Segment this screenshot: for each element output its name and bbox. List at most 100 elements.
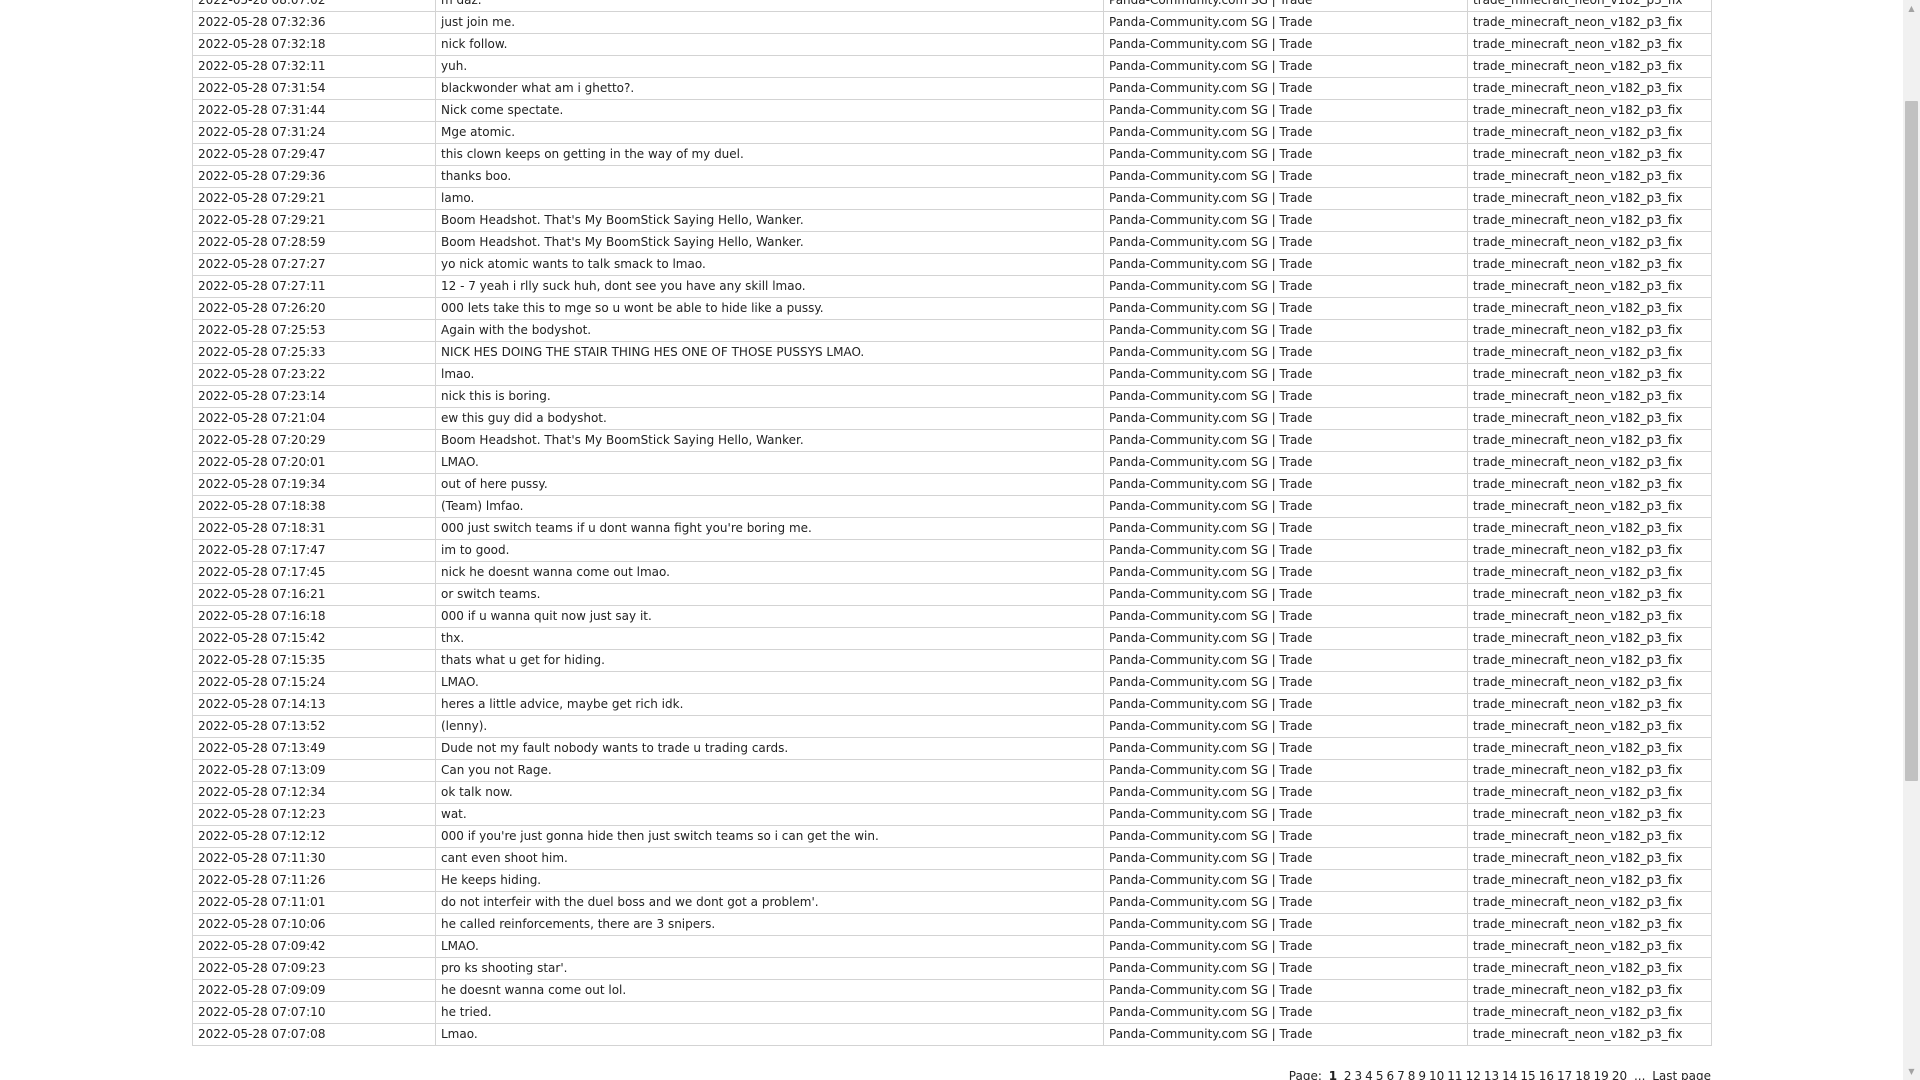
pagination-page-link[interactable]: 4 bbox=[1365, 1069, 1373, 1080]
pagination-page-link[interactable]: 15 bbox=[1520, 1069, 1535, 1080]
cell-message: LMAO. bbox=[435, 451, 1104, 474]
table-row: 2022-05-28 07:25:33 NICK HES DOING THE ST… bbox=[192, 341, 1712, 364]
pagination-page-link[interactable]: 16 bbox=[1539, 1069, 1554, 1080]
cell-server: Panda-Community.com SG | Trade bbox=[1103, 429, 1468, 452]
cell-map: trade_minecraft_neon_v182_p3_fix bbox=[1467, 0, 1712, 12]
cell-message: ew this guy did a bodyshot. bbox=[435, 407, 1104, 430]
cell-map: trade_minecraft_neon_v182_p3_fix bbox=[1467, 121, 1712, 144]
cell-message: he called reinforcements, there are 3 sn… bbox=[435, 913, 1104, 936]
cell-map: trade_minecraft_neon_v182_p3_fix bbox=[1467, 451, 1712, 474]
scroll-up-arrow-icon[interactable]: ▲ bbox=[1903, 0, 1920, 17]
table-row: 2022-05-28 07:31:24 Mge atomic. Panda-Comm… bbox=[192, 121, 1712, 144]
cell-message: 000 lets take this to mge so u wont be a… bbox=[435, 297, 1104, 320]
cell-map: trade_minecraft_neon_v182_p3_fix bbox=[1467, 253, 1712, 276]
cell-server: Panda-Community.com SG | Trade bbox=[1103, 891, 1468, 914]
cell-message: Boom Headshot. That's My BoomStick Sayin… bbox=[435, 429, 1104, 452]
cell-map: trade_minecraft_neon_v182_p3_fix bbox=[1467, 935, 1712, 958]
cell-time: 2022-05-28 07:29:36 bbox=[192, 165, 436, 188]
cell-server: Panda-Community.com SG | Trade bbox=[1103, 957, 1468, 980]
cell-server: Panda-Community.com SG | Trade bbox=[1103, 253, 1468, 276]
cell-time: 2022-05-28 07:15:24 bbox=[192, 671, 436, 694]
table-row: 2022-05-28 07:11:01 do not interfeir with… bbox=[192, 891, 1712, 914]
table-row: 2022-05-28 07:18:38 (Team) lmfao. Panda-Co… bbox=[192, 495, 1712, 518]
table-row: 2022-05-28 07:10:06 he called reinforceme… bbox=[192, 913, 1712, 936]
pagination-page-link[interactable]: 8 bbox=[1408, 1069, 1416, 1080]
cell-message: m daz. bbox=[435, 0, 1104, 12]
cell-message: thats what u get for hiding. bbox=[435, 649, 1104, 672]
cell-time: 2022-05-28 07:31:24 bbox=[192, 121, 436, 144]
pagination-page-link[interactable]: 6 bbox=[1386, 1069, 1394, 1080]
cell-server: Panda-Community.com SG | Trade bbox=[1103, 385, 1468, 408]
pagination-last-page-link[interactable]: Last page bbox=[1652, 1069, 1711, 1080]
cell-message: im to good. bbox=[435, 539, 1104, 562]
pagination-page-link[interactable]: 3 bbox=[1355, 1069, 1363, 1080]
pagination-label: Page: bbox=[1288, 1069, 1322, 1080]
pagination-page-link[interactable]: 13 bbox=[1484, 1069, 1499, 1080]
table-row: 2022-05-28 07:29:47 this clown keeps on g… bbox=[192, 143, 1712, 166]
pagination-page-link[interactable]: 5 bbox=[1376, 1069, 1384, 1080]
table-row: 2022-05-28 07:09:09 he doesnt wanna come … bbox=[192, 979, 1712, 1002]
pagination-page-link[interactable]: 19 bbox=[1594, 1069, 1609, 1080]
cell-message: or switch teams. bbox=[435, 583, 1104, 606]
pagination-page-link[interactable]: 18 bbox=[1575, 1069, 1590, 1080]
table-row: 2022-05-28 07:17:47 im to good. Panda-Comm… bbox=[192, 539, 1712, 562]
cell-message: nick he doesnt wanna come out lmao. bbox=[435, 561, 1104, 584]
cell-time: 2022-05-28 07:25:33 bbox=[192, 341, 436, 364]
cell-map: trade_minecraft_neon_v182_p3_fix bbox=[1467, 33, 1712, 56]
cell-server: Panda-Community.com SG | Trade bbox=[1103, 275, 1468, 298]
cell-server: Panda-Community.com SG | Trade bbox=[1103, 495, 1468, 518]
table-row: 2022-05-28 07:09:23 pro ks shooting star'… bbox=[192, 957, 1712, 980]
cell-message: yuh. bbox=[435, 55, 1104, 78]
cell-server: Panda-Community.com SG | Trade bbox=[1103, 605, 1468, 628]
pagination-page-link[interactable]: 14 bbox=[1502, 1069, 1517, 1080]
cell-time: 2022-05-28 07:09:23 bbox=[192, 957, 436, 980]
cell-map: trade_minecraft_neon_v182_p3_fix bbox=[1467, 759, 1712, 782]
scroll-down-arrow-icon[interactable]: ▼ bbox=[1903, 1063, 1920, 1080]
vertical-scrollbar[interactable]: ▲ ▼ bbox=[1903, 0, 1920, 1080]
cell-map: trade_minecraft_neon_v182_p3_fix bbox=[1467, 979, 1712, 1002]
pagination-page-link[interactable]: 12 bbox=[1466, 1069, 1481, 1080]
cell-server: Panda-Community.com SG | Trade bbox=[1103, 781, 1468, 804]
cell-map: trade_minecraft_neon_v182_p3_fix bbox=[1467, 781, 1712, 804]
pagination-page-link[interactable]: 9 bbox=[1418, 1069, 1426, 1080]
cell-message: lmao. bbox=[435, 363, 1104, 386]
pagination-page-link[interactable]: 10 bbox=[1429, 1069, 1444, 1080]
cell-time: 2022-05-28 07:20:01 bbox=[192, 451, 436, 474]
cell-server: Panda-Community.com SG | Trade bbox=[1103, 869, 1468, 892]
cell-time: 2022-05-28 07:09:09 bbox=[192, 979, 436, 1002]
cell-server: Panda-Community.com SG | Trade bbox=[1103, 99, 1468, 122]
cell-map: trade_minecraft_neon_v182_p3_fix bbox=[1467, 891, 1712, 914]
cell-message: thx. bbox=[435, 627, 1104, 650]
table-row: 2022-05-28 07:12:12 000 if you're just go… bbox=[192, 825, 1712, 848]
cell-server: Panda-Community.com SG | Trade bbox=[1103, 803, 1468, 826]
cell-time: 2022-05-28 07:31:44 bbox=[192, 99, 436, 122]
cell-map: trade_minecraft_neon_v182_p3_fix bbox=[1467, 957, 1712, 980]
pagination-page-link[interactable]: 7 bbox=[1397, 1069, 1405, 1080]
cell-map: trade_minecraft_neon_v182_p3_fix bbox=[1467, 165, 1712, 188]
cell-message: Mge atomic. bbox=[435, 121, 1104, 144]
pagination-page-link[interactable]: 20 bbox=[1612, 1069, 1627, 1080]
table-row: 2022-05-28 07:27:11 12 - 7 yeah i rlly su… bbox=[192, 275, 1712, 298]
cell-message: pro ks shooting star'. bbox=[435, 957, 1104, 980]
table-row: 2022-05-28 07:07:08 Lmao. Panda-Community.… bbox=[192, 1023, 1712, 1046]
cell-message: 000 if you're just gonna hide then just … bbox=[435, 825, 1104, 848]
cell-server: Panda-Community.com SG | Trade bbox=[1103, 627, 1468, 650]
pagination-current-page: 1 bbox=[1328, 1069, 1338, 1080]
table-row: 2022-05-28 07:15:24 LMAO. Panda-Community.… bbox=[192, 671, 1712, 694]
cell-time: 2022-05-28 07:13:49 bbox=[192, 737, 436, 760]
pagination-page-link[interactable]: 11 bbox=[1447, 1069, 1462, 1080]
cell-map: trade_minecraft_neon_v182_p3_fix bbox=[1467, 715, 1712, 738]
table-row: 2022-05-28 07:09:42 LMAO. Panda-Community.… bbox=[192, 935, 1712, 958]
cell-time: 2022-05-28 07:23:22 bbox=[192, 363, 436, 386]
cell-server: Panda-Community.com SG | Trade bbox=[1103, 363, 1468, 386]
table-row: 2022-05-28 07:07:10 he tried. Panda-Commun… bbox=[192, 1001, 1712, 1024]
pagination-page-link[interactable]: 17 bbox=[1557, 1069, 1572, 1080]
cell-server: Panda-Community.com SG | Trade bbox=[1103, 561, 1468, 584]
scroll-thumb[interactable] bbox=[1905, 101, 1918, 781]
cell-time: 2022-05-28 07:11:26 bbox=[192, 869, 436, 892]
pagination-page-link[interactable]: 2 bbox=[1344, 1069, 1352, 1080]
cell-map: trade_minecraft_neon_v182_p3_fix bbox=[1467, 517, 1712, 540]
cell-map: trade_minecraft_neon_v182_p3_fix bbox=[1467, 627, 1712, 650]
cell-server: Panda-Community.com SG | Trade bbox=[1103, 451, 1468, 474]
cell-map: trade_minecraft_neon_v182_p3_fix bbox=[1467, 55, 1712, 78]
